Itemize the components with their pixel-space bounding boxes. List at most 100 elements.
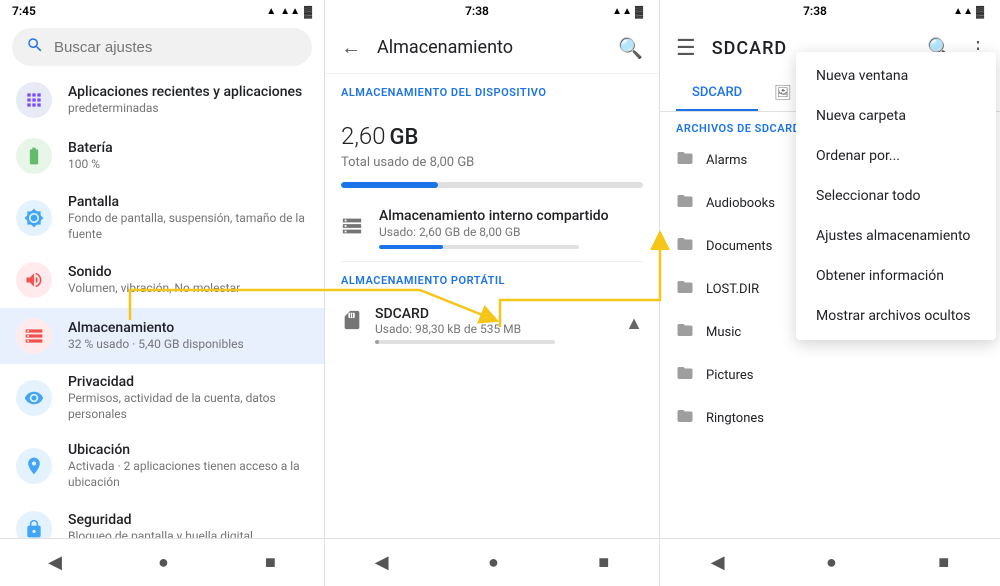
location-subtitle: Activada · 2 aplicaciones tienen acceso …: [68, 459, 308, 490]
menu-nueva-ventana[interactable]: Nueva ventana: [796, 56, 996, 96]
status-icons-3: ▲▲ ▓: [924, 5, 984, 18]
menu-mostrar-ocultos[interactable]: Mostrar archivos ocultos: [796, 296, 996, 336]
storage-total-text: Total usado de 8,00 GB: [341, 155, 643, 170]
home-btn-1[interactable]: ●: [138, 544, 189, 581]
search-btn-storage[interactable]: 🔍: [614, 32, 647, 64]
display-icon: [16, 200, 52, 236]
sdcard-icon: [341, 309, 363, 337]
storage-panel: 7:38 ▲▲ ▓ ← Almacenamiento 🔍 ALMACENAMIE…: [325, 0, 660, 586]
menu-seleccionar-todo[interactable]: Seleccionar todo: [796, 176, 996, 216]
storage-header: ← Almacenamiento 🔍: [325, 22, 659, 74]
time-1: 7:45: [12, 4, 36, 18]
sound-subtitle: Volumen, vibración, No molestar: [68, 281, 240, 297]
display-title: Pantalla: [68, 194, 308, 210]
lostdir-label: LOST.DIR: [706, 282, 759, 297]
alarms-label: Alarms: [706, 153, 747, 168]
storage-setting-icon: [16, 318, 52, 354]
music-label: Music: [706, 325, 741, 340]
privacy-subtitle: Permisos, actividad de la cuenta, datos …: [68, 391, 308, 422]
status-icons-1: ▲ ▲▲ ▓: [266, 5, 312, 18]
home-btn-3[interactable]: ●: [806, 544, 857, 581]
settings-item-apps[interactable]: Aplicaciones recientes y aplicaciones pr…: [0, 72, 324, 128]
time-2: 7:38: [371, 4, 583, 18]
folder-icon-audiobooks: [676, 192, 694, 215]
status-icons-2: ▲▲ ▓: [583, 5, 643, 18]
storage-bar-device: [325, 174, 659, 196]
bottom-nav-1: ◀ ● ■: [0, 538, 324, 586]
location-icon: [16, 448, 52, 484]
sdcard-usage: Usado: 98,30 kB de 535 MB: [375, 322, 613, 336]
search-bar[interactable]: [12, 28, 312, 66]
menu-icon[interactable]: ☰: [668, 32, 704, 65]
folder-icon-pictures: [676, 364, 694, 387]
documents-label: Documents: [706, 239, 772, 254]
back-btn-2[interactable]: ◀: [355, 544, 409, 581]
wifi-signal-icon: ▲▲: [280, 6, 300, 17]
battery-icon-1: ▓: [304, 5, 312, 18]
sound-icon: [16, 262, 52, 298]
settings-item-privacy[interactable]: Privacidad Permisos, actividad de la cue…: [0, 364, 324, 432]
settings-item-security[interactable]: Seguridad Bloqueo de pantalla y huella d…: [0, 501, 324, 538]
tab-sdcard[interactable]: SDCARD: [676, 75, 758, 110]
pictures-label: Pictures: [706, 368, 753, 383]
settings-item-sound[interactable]: Sonido Volumen, vibración, No molestar: [0, 252, 324, 308]
menu-ordenar-por[interactable]: Ordenar por...: [796, 136, 996, 176]
notification-icon: ▲: [266, 6, 276, 17]
context-menu: Nueva ventana Nueva carpeta Ordenar por.…: [796, 52, 996, 340]
signal-3: ▲▲: [953, 6, 973, 17]
storage-main-size: 2,60GB Total usado de 8,00 GB: [325, 103, 659, 174]
apps-icon: [16, 82, 52, 118]
battery-subtitle: 100 %: [68, 157, 113, 173]
ringtones-label: Ringtones: [706, 411, 764, 426]
storage-content: ALMACENAMIENTO DEL DISPOSITIVO 2,60GB To…: [325, 74, 659, 538]
battery-3: ▓: [976, 5, 984, 18]
menu-nueva-carpeta[interactable]: Nueva carpeta: [796, 96, 996, 136]
battery-title: Batería: [68, 140, 113, 156]
storage-size-display: 2,60GB: [341, 111, 643, 153]
back-btn-1[interactable]: ◀: [28, 544, 82, 581]
status-bar-1: 7:45 ▲ ▲▲ ▓: [0, 0, 324, 22]
sdcard-panel: 7:38 ▲▲ ▓ ☰ SDCARD 🔍 ⋮ SDCARD 🖼 Imágenes…: [660, 0, 1000, 586]
sdcard-row[interactable]: SDCARD Usado: 98,30 kB de 535 MB ▲: [325, 291, 659, 356]
back-btn-3[interactable]: ◀: [691, 544, 745, 581]
apps-title: Aplicaciones recientes y aplicaciones: [68, 84, 302, 100]
security-icon: [16, 511, 52, 538]
internal-storage-icon: [341, 215, 363, 242]
recent-btn-1[interactable]: ■: [245, 544, 296, 581]
signal-2: ▲▲: [612, 6, 632, 17]
battery-setting-icon: [16, 138, 52, 174]
audiobooks-label: Audiobooks: [706, 196, 775, 211]
search-input[interactable]: [54, 39, 298, 56]
images-tab-icon: 🖼: [774, 85, 792, 101]
sound-title: Sonido: [68, 264, 240, 280]
home-btn-2[interactable]: ●: [468, 544, 519, 581]
internal-title: Almacenamiento interno compartido: [379, 208, 609, 224]
security-subtitle: Bloqueo de pantalla y huella digital: [68, 529, 253, 538]
settings-item-display[interactable]: Pantalla Fondo de pantalla, suspensión, …: [0, 184, 324, 252]
internal-storage-row[interactable]: Almacenamiento interno compartido Usado:…: [325, 196, 659, 261]
status-bar-3: 7:38 ▲▲ ▓: [660, 0, 1000, 22]
folder-icon-documents: [676, 235, 694, 258]
recent-btn-3[interactable]: ■: [918, 544, 969, 581]
settings-item-battery[interactable]: Batería 100 %: [0, 128, 324, 184]
folder-icon-ringtones: [676, 407, 694, 430]
file-item-ringtones[interactable]: Ringtones: [660, 397, 830, 440]
settings-item-location[interactable]: Ubicación Activada · 2 aplicaciones tien…: [0, 432, 324, 500]
apps-subtitle: predeterminadas: [68, 101, 302, 117]
device-section-label: ALMACENAMIENTO DEL DISPOSITIVO: [325, 74, 659, 103]
eject-icon[interactable]: ▲: [625, 313, 643, 334]
bottom-nav-2: ◀ ● ■: [325, 538, 659, 586]
portable-section-label: ALMACENAMIENTO PORTÁTIL: [325, 262, 659, 291]
file-item-pictures[interactable]: Pictures: [660, 354, 830, 397]
recent-btn-2[interactable]: ■: [578, 544, 629, 581]
settings-item-storage[interactable]: Almacenamiento 32 % usado · 5,40 GB disp…: [0, 308, 324, 364]
time-3: 7:38: [706, 4, 924, 18]
privacy-title: Privacidad: [68, 374, 308, 390]
menu-ajustes-almacenamiento[interactable]: Ajustes almacenamiento: [796, 216, 996, 256]
back-btn-storage[interactable]: ←: [337, 31, 365, 64]
display-subtitle: Fondo de pantalla, suspensión, tamaño de…: [68, 211, 308, 242]
storage-title: Almacenamiento: [68, 320, 244, 336]
menu-obtener-informacion[interactable]: Obtener información: [796, 256, 996, 296]
settings-panel: 7:45 ▲ ▲▲ ▓ Aplicaciones recientes y apl…: [0, 0, 325, 586]
location-title: Ubicación: [68, 442, 308, 458]
